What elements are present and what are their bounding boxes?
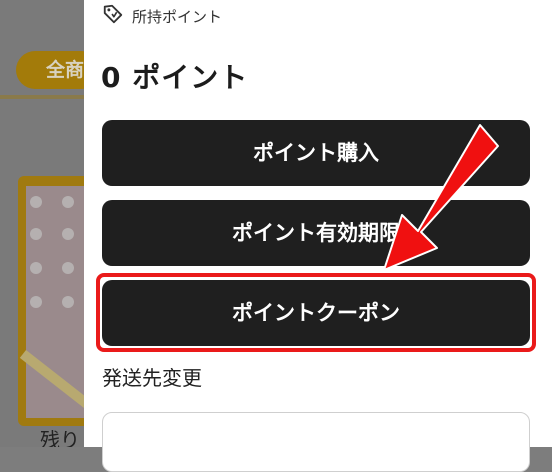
background-divider <box>0 95 84 99</box>
decor-dot <box>62 228 74 240</box>
decor-dot <box>30 228 42 240</box>
points-drawer: 所持ポイント 0 ポイント ポイント購入 ポイント有効期限 ポイントクーポン 発… <box>84 0 552 472</box>
background-tab-label: 全商 <box>46 59 84 81</box>
decor-dot <box>30 196 42 208</box>
purchase-points-button[interactable]: ポイント購入 <box>102 120 530 186</box>
points-balance: 0 ポイント <box>101 61 249 94</box>
background-page: 全商 残り <box>0 0 84 447</box>
shipping-address-title: 発送先変更 <box>102 366 202 390</box>
decor-dot <box>62 296 74 308</box>
decor-dot <box>30 296 42 308</box>
decor-dot <box>30 262 42 274</box>
points-header: 所持ポイント <box>102 4 222 28</box>
background-remaining-text: 残り <box>40 428 80 447</box>
points-expiry-button[interactable]: ポイント有効期限 <box>102 200 530 266</box>
shipping-address-box[interactable] <box>102 412 530 472</box>
points-coupon-button[interactable]: ポイントクーポン <box>102 280 530 346</box>
background-category-tab: 全商 <box>16 51 84 89</box>
tag-icon <box>102 3 124 29</box>
points-header-label: 所持ポイント <box>132 7 223 26</box>
decor-dot <box>62 196 74 208</box>
decor-dot <box>62 262 74 274</box>
